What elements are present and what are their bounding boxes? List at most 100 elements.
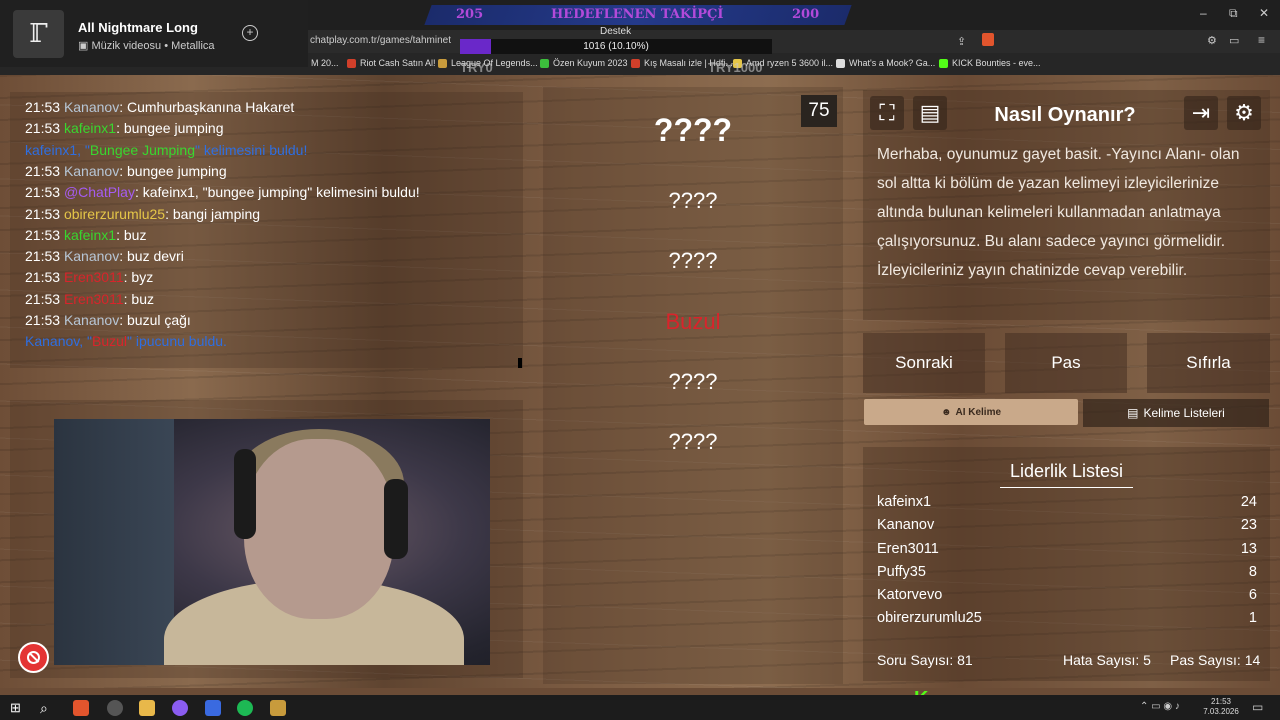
chat-message: Kananov, "Buzul" ipucunu buldu. [25, 333, 227, 350]
chat-username[interactable]: Eren3011 [64, 291, 124, 307]
bookmark-icon [836, 58, 845, 68]
app-icon[interactable] [205, 700, 221, 716]
brave-shield-icon[interactable] [982, 33, 994, 46]
leaderboard-title: Liderlik Listesi [1009, 461, 1124, 481]
bookmark-item[interactable]: KICK Bounties - eve... [939, 58, 1041, 68]
document-icon[interactable]: ▤ [913, 96, 947, 130]
address-bar-url[interactable]: chatplay.com.tr/games/tahminet [310, 35, 451, 46]
app-icon[interactable] [107, 700, 123, 716]
next-button[interactable]: Sonraki [863, 333, 985, 393]
add-icon[interactable]: + [242, 25, 258, 41]
leaderboard-row: Katorvevo 6 [877, 587, 1257, 603]
minimize-icon[interactable]: – [1200, 6, 1207, 20]
chat-message: 21:53 Eren3011: byz [25, 269, 153, 285]
chat-username[interactable]: obirerzurumlu25 [64, 206, 165, 222]
chat-timestamp: 21:53 [25, 205, 64, 222]
chat-scrollbar[interactable] [518, 358, 522, 368]
bookmark-item[interactable]: Özen Kuyum 2023 [540, 58, 628, 68]
leaderboard-divider [1000, 487, 1133, 488]
league-icon[interactable] [270, 700, 286, 716]
leaderboard-row: Kananov 23 [877, 517, 1257, 533]
webcam-feed [54, 419, 490, 665]
gear-icon[interactable]: ⚙ [1227, 96, 1261, 130]
leaderboard-row: Eren3011 13 [877, 541, 1257, 557]
chat-message: 21:53 Kananov: buz devri [25, 248, 184, 264]
chat-username[interactable]: Kananov [64, 312, 119, 328]
notification-icon[interactable]: ▭ [1252, 700, 1263, 714]
reset-button[interactable]: Sıfırla [1147, 333, 1270, 393]
support-max-label: TRY1000 [708, 60, 763, 75]
support-progress-text: 1016 (10.10%) [583, 41, 649, 52]
chat-username[interactable]: Eren3011 [64, 269, 124, 285]
fullscreen-icon[interactable]: ⛶ [870, 96, 904, 130]
search-icon[interactable]: ⌕ [40, 700, 56, 716]
chat-message: 21:53 Kananov: buzul çağı [25, 312, 191, 328]
chat-timestamp: 21:53 [25, 290, 64, 307]
how-to-play-title: Nasıl Oynanır? [994, 104, 1136, 126]
tray-icons[interactable]: ⌃ ▭ ◉ ♪ [1140, 701, 1180, 712]
ai-word-button[interactable]: ☻ AI Kelime [864, 399, 1078, 425]
discord-icon[interactable] [172, 700, 188, 716]
chat-message: 21:53 Kananov: Cumhurbaşkanına Hakaret [25, 99, 294, 115]
hidden-word: ???? [668, 369, 718, 394]
sidebar-icon[interactable]: ▭ [1229, 34, 1239, 47]
restore-icon[interactable]: ⧉ [1229, 6, 1238, 21]
media-subtitle: ▣ Müzik videosu • Metallica [78, 40, 215, 52]
folder-icon[interactable] [139, 700, 155, 716]
chat-message: 21:53 kafeinx1: bungee jumping [25, 120, 224, 136]
spotify-icon[interactable] [237, 700, 253, 716]
chat-username[interactable]: Kananov [25, 333, 79, 349]
extensions-icon[interactable]: ⚙ [1207, 34, 1217, 47]
error-count: Hata Sayısı: 5 [1063, 652, 1151, 668]
chat-username[interactable]: @ChatPlay [64, 184, 135, 200]
chat-message: 21:53 Kananov: bungee jumping [25, 163, 227, 179]
chat-timestamp: 21:53 [25, 162, 64, 179]
share-icon[interactable]: ⇪ [957, 35, 966, 48]
list-icon: ▤ [1127, 406, 1139, 420]
chat-text: : bangi jamping [165, 205, 261, 222]
leaderboard-row: kafeinx1 24 [877, 494, 1257, 510]
taskbar-clock[interactable]: 21:53 7.03.2026 [1198, 697, 1244, 717]
chat-timestamp: 21:53 [25, 226, 64, 243]
bookmark-icon [631, 58, 640, 68]
chat-username[interactable]: kafeinx1 [64, 227, 116, 243]
menu-icon[interactable]: ≡ [1258, 33, 1265, 47]
chat-timestamp: 21:53 [25, 184, 64, 201]
close-icon[interactable]: ✕ [1259, 6, 1269, 20]
chat-text: : bungee jumping [116, 120, 224, 137]
chat-username[interactable]: Kananov [64, 99, 119, 115]
exit-icon[interactable]: ⇥ [1184, 96, 1218, 130]
found-word-text: Bungee Jumping [89, 141, 195, 158]
chat-text: : kafeinx1, "bungee jumping" kelimesini … [134, 184, 420, 201]
brave-icon[interactable] [73, 700, 89, 716]
bookmark-item[interactable]: Riot Cash Satın Al! [347, 58, 436, 68]
windows-start-icon[interactable]: ⊞ [10, 700, 26, 716]
taskbar [0, 695, 1280, 720]
bookmark-item[interactable]: M 20... [311, 58, 339, 68]
pass-count: Pas Sayısı: 14 [1170, 652, 1261, 668]
hidden-word: ???? [653, 112, 733, 148]
found-word-text: Buzul [91, 333, 128, 350]
bookmark-item[interactable]: What's a Mook? Ga... [836, 58, 935, 68]
question-count: Soru Sayısı: 81 [877, 652, 973, 668]
chat-username[interactable]: kafeinx1 [64, 120, 116, 136]
chat-timestamp: 21:53 [25, 312, 64, 328]
chat-username[interactable]: Kananov [64, 248, 119, 264]
chat-text: : byz [123, 269, 154, 286]
hidden-word: ???? [668, 188, 718, 213]
album-thumbnail: ℾ [13, 10, 64, 58]
support-label: Destek [600, 26, 632, 37]
chat-message: 21:53 @ChatPlay: kafeinx1, "bungee jumpi… [25, 184, 420, 200]
stop-icon[interactable] [18, 642, 49, 673]
pass-button[interactable]: Pas [1005, 333, 1127, 393]
chat-text: : buz [123, 290, 154, 307]
how-to-play-text: Merhaba, oyunumuz gayet basit. -Yayıncı … [877, 146, 1240, 279]
chat-text: : buzul çağı [119, 312, 191, 328]
media-notification[interactable]: ℾ All Nightmare Long ▣ Müzik videosu • M… [0, 0, 308, 67]
chat-username[interactable]: Kananov [64, 163, 119, 179]
word-lists-button[interactable]: ▤ Kelime Listeleri [1083, 399, 1269, 427]
leaderboard-row: obirerzurumlu25 1 [877, 610, 1257, 626]
chat-username[interactable]: kafeinx1 [25, 142, 77, 158]
found-word: Buzul [665, 309, 721, 334]
leaderboard-row: Puffy35 8 [877, 564, 1257, 580]
